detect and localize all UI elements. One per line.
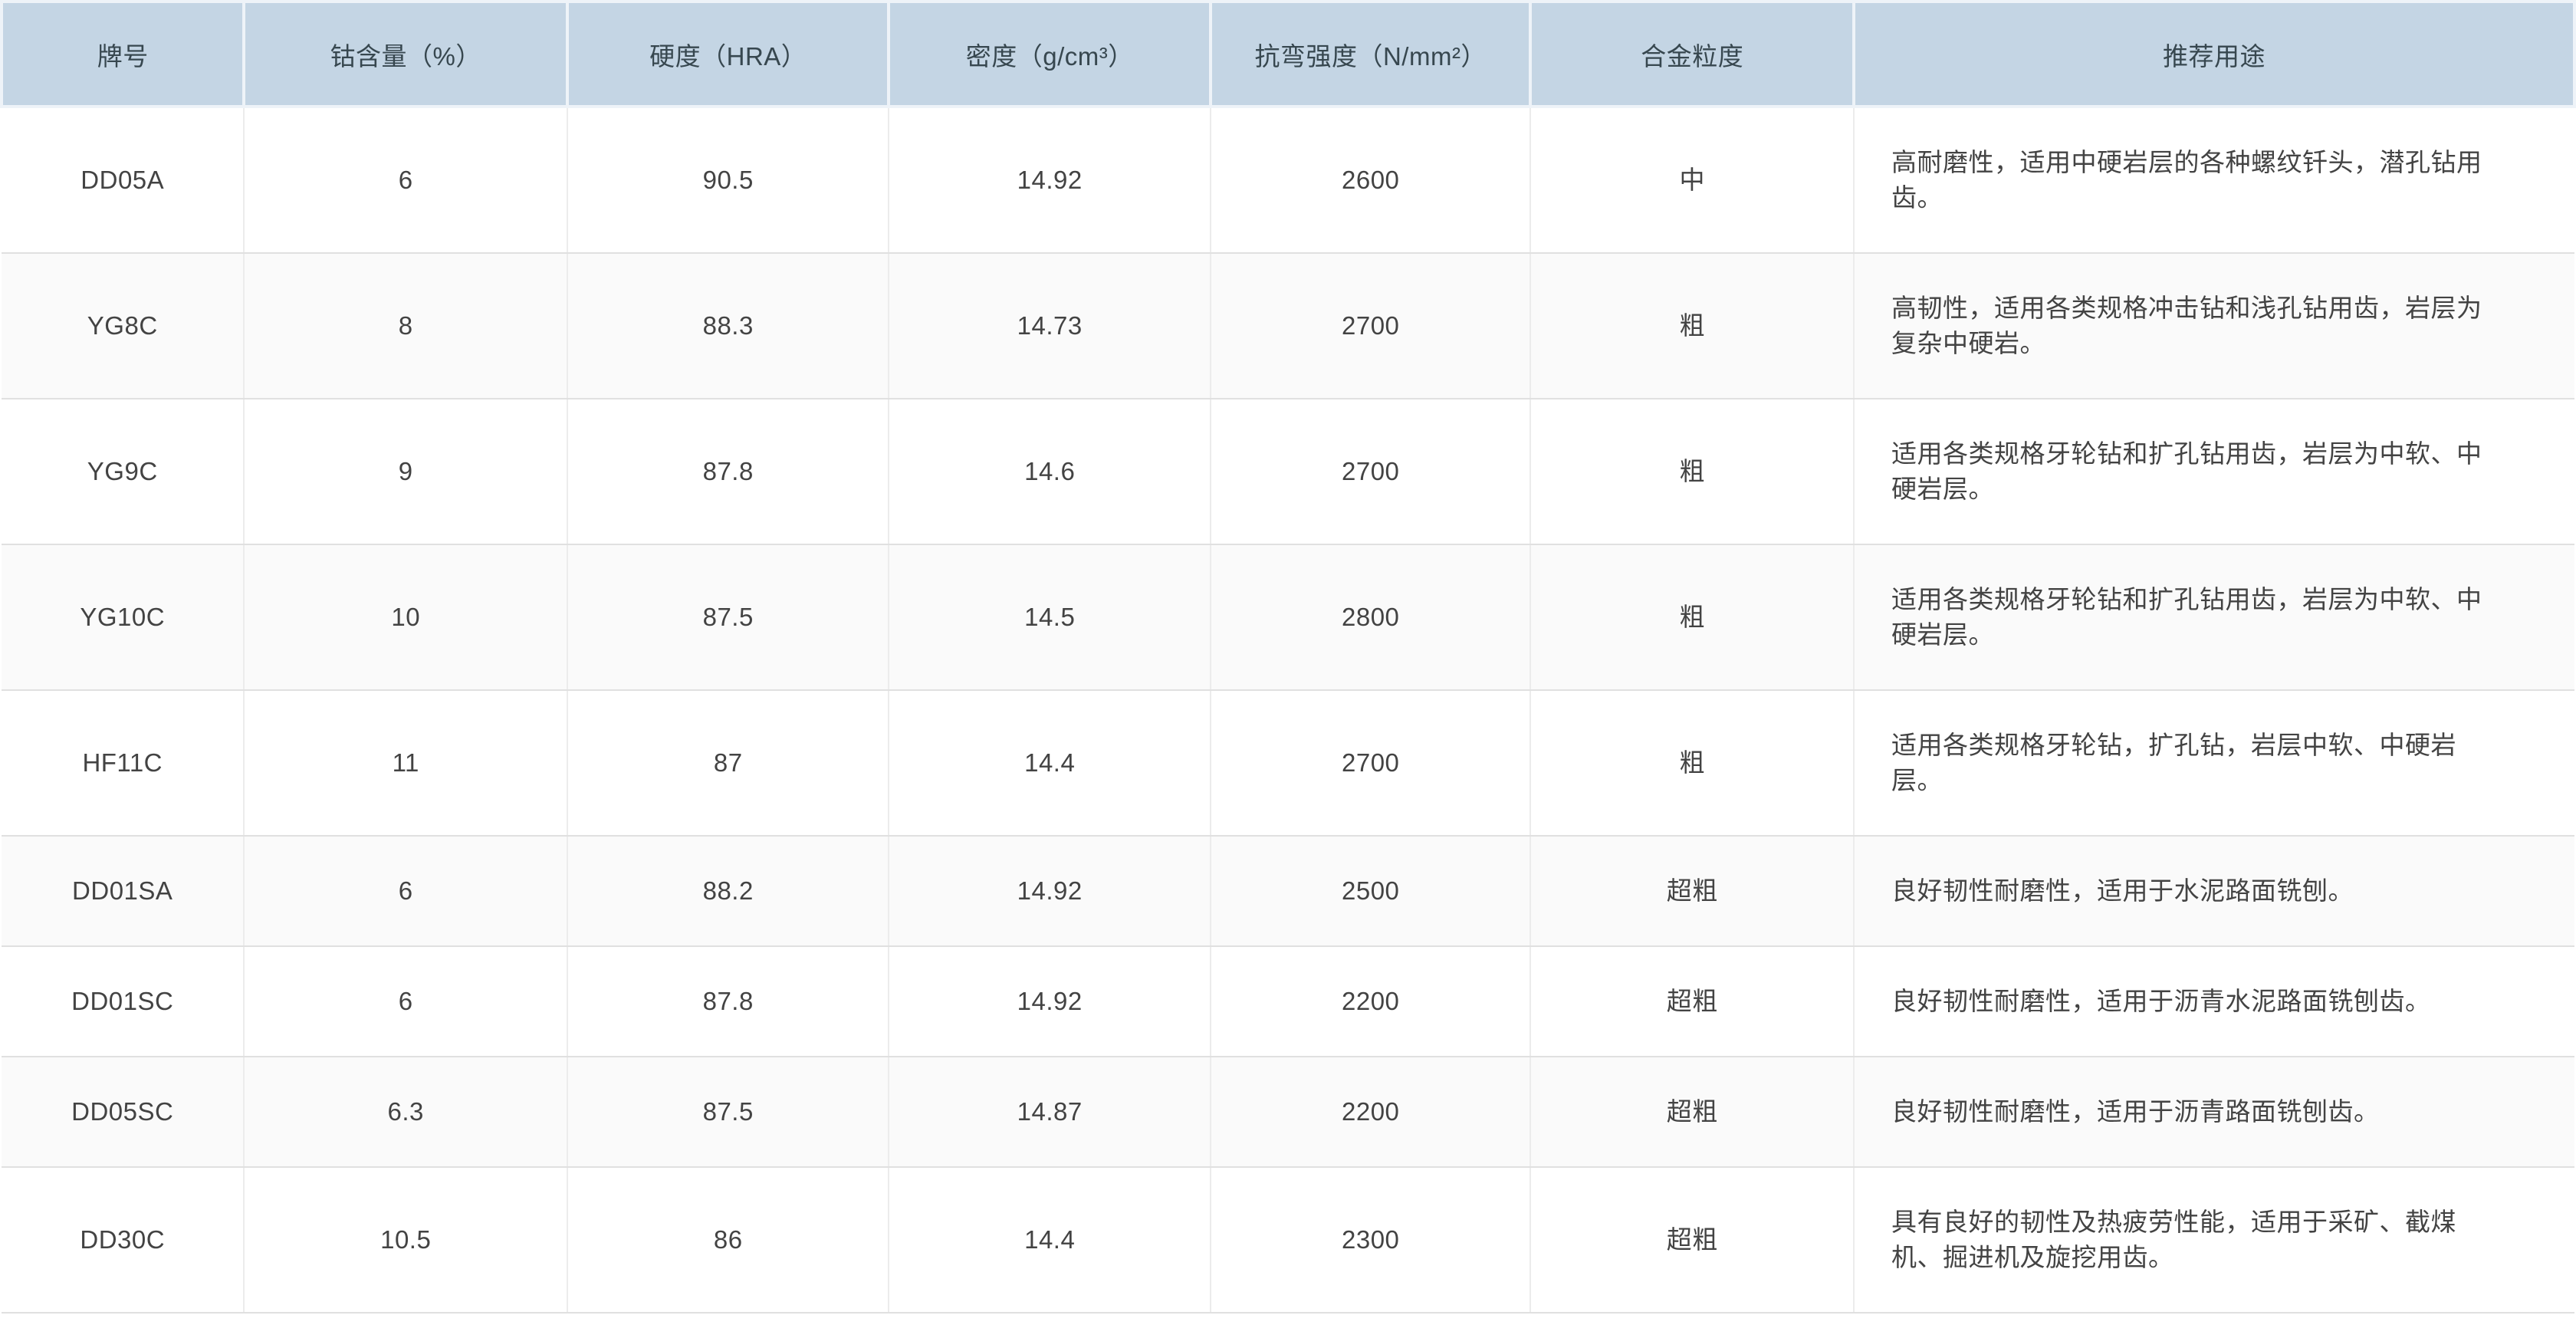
table-row: HF11C118714.42700粗适用各类规格牙轮钻，扩孔钻，岩层中软、中硬岩… — [2, 690, 2574, 836]
cell-cobalt: 10.5 — [244, 1167, 567, 1313]
cell-density: 14.92 — [889, 107, 1211, 253]
cell-strength: 2700 — [1211, 690, 1530, 836]
cell-density: 14.4 — [889, 1167, 1211, 1313]
cell-density: 14.73 — [889, 253, 1211, 399]
cell-density: 14.6 — [889, 399, 1211, 544]
table-row: DD30C10.58614.42300超粗具有良好的韧性及热疲劳性能，适用于采矿… — [2, 1167, 2574, 1313]
table-body: DD05A690.514.922600中高耐磨性，适用中硬岩层的各种螺纹钎头，潜… — [2, 107, 2574, 1313]
cell-grain: 粗 — [1530, 690, 1854, 836]
cell-cobalt: 6.3 — [244, 1057, 567, 1167]
cell-usage: 具有良好的韧性及热疲劳性能，适用于采矿、截煤机、掘进机及旋挖用齿。 — [1854, 1167, 2574, 1313]
cell-density: 14.5 — [889, 544, 1211, 690]
cell-density: 14.4 — [889, 690, 1211, 836]
cell-grade: YG10C — [2, 544, 244, 690]
alloy-grades-table: 牌号钴含量（%）硬度（HRA）密度（g/cm³）抗弯强度（N/mm²）合金粒度推… — [0, 0, 2576, 1313]
cell-density: 14.92 — [889, 946, 1211, 1057]
table-header: 牌号钴含量（%）硬度（HRA）密度（g/cm³）抗弯强度（N/mm²）合金粒度推… — [2, 2, 2574, 107]
column-header-usage: 推荐用途 — [1854, 2, 2574, 107]
table-row: DD01SC687.814.922200超粗良好韧性耐磨性，适用于沥青水泥路面铣… — [2, 946, 2574, 1057]
cell-strength: 2300 — [1211, 1167, 1530, 1313]
table-row: YG8C888.314.732700粗高韧性，适用各类规格冲击钻和浅孔钻用齿，岩… — [2, 253, 2574, 399]
cell-grain: 超粗 — [1530, 836, 1854, 946]
cell-usage: 适用各类规格牙轮钻和扩孔钻用齿，岩层为中软、中硬岩层。 — [1854, 544, 2574, 690]
table-row: DD05SC6.387.514.872200超粗良好韧性耐磨性，适用于沥青路面铣… — [2, 1057, 2574, 1167]
cell-strength: 2200 — [1211, 1057, 1530, 1167]
cell-hardness: 87 — [567, 690, 889, 836]
cell-strength: 2700 — [1211, 253, 1530, 399]
cell-usage: 良好韧性耐磨性，适用于水泥路面铣刨。 — [1854, 836, 2574, 946]
cell-hardness: 87.5 — [567, 544, 889, 690]
cell-cobalt: 10 — [244, 544, 567, 690]
cell-grain: 超粗 — [1530, 1057, 1854, 1167]
cell-cobalt: 9 — [244, 399, 567, 544]
cell-strength: 2500 — [1211, 836, 1530, 946]
cell-grain: 粗 — [1530, 399, 1854, 544]
cell-hardness: 86 — [567, 1167, 889, 1313]
cell-grain: 超粗 — [1530, 1167, 1854, 1313]
cell-grade: YG8C — [2, 253, 244, 399]
table-row: YG10C1087.514.52800粗适用各类规格牙轮钻和扩孔钻用齿，岩层为中… — [2, 544, 2574, 690]
cell-strength: 2600 — [1211, 107, 1530, 253]
cell-strength: 2700 — [1211, 399, 1530, 544]
cell-usage: 高耐磨性，适用中硬岩层的各种螺纹钎头，潜孔钻用齿。 — [1854, 107, 2574, 253]
cell-cobalt: 6 — [244, 836, 567, 946]
cell-hardness: 87.8 — [567, 946, 889, 1057]
cell-strength: 2800 — [1211, 544, 1530, 690]
cell-grain: 超粗 — [1530, 946, 1854, 1057]
cell-hardness: 88.2 — [567, 836, 889, 946]
cell-grain: 粗 — [1530, 544, 1854, 690]
cell-cobalt: 6 — [244, 946, 567, 1057]
cell-usage: 良好韧性耐磨性，适用于沥青水泥路面铣刨齿。 — [1854, 946, 2574, 1057]
column-header-density: 密度（g/cm³） — [889, 2, 1211, 107]
header-row: 牌号钴含量（%）硬度（HRA）密度（g/cm³）抗弯强度（N/mm²）合金粒度推… — [2, 2, 2574, 107]
cell-grade: DD01SC — [2, 946, 244, 1057]
cell-hardness: 87.5 — [567, 1057, 889, 1167]
cell-grain: 中 — [1530, 107, 1854, 253]
cell-cobalt: 6 — [244, 107, 567, 253]
cell-cobalt: 11 — [244, 690, 567, 836]
table-row: YG9C987.814.62700粗适用各类规格牙轮钻和扩孔钻用齿，岩层为中软、… — [2, 399, 2574, 544]
cell-grade: HF11C — [2, 690, 244, 836]
cell-usage: 高韧性，适用各类规格冲击钻和浅孔钻用齿，岩层为复杂中硬岩。 — [1854, 253, 2574, 399]
column-header-grain: 合金粒度 — [1530, 2, 1854, 107]
cell-hardness: 90.5 — [567, 107, 889, 253]
cell-cobalt: 8 — [244, 253, 567, 399]
cell-hardness: 88.3 — [567, 253, 889, 399]
cell-usage: 适用各类规格牙轮钻和扩孔钻用齿，岩层为中软、中硬岩层。 — [1854, 399, 2574, 544]
column-header-hardness: 硬度（HRA） — [567, 2, 889, 107]
column-header-grade: 牌号 — [2, 2, 244, 107]
cell-grade: DD30C — [2, 1167, 244, 1313]
cell-grade: DD01SA — [2, 836, 244, 946]
cell-usage: 良好韧性耐磨性，适用于沥青路面铣刨齿。 — [1854, 1057, 2574, 1167]
column-header-cobalt: 钴含量（%） — [244, 2, 567, 107]
cell-strength: 2200 — [1211, 946, 1530, 1057]
cell-grade: DD05SC — [2, 1057, 244, 1167]
cell-grade: YG9C — [2, 399, 244, 544]
column-header-strength: 抗弯强度（N/mm²） — [1211, 2, 1530, 107]
table-row: DD01SA688.214.922500超粗良好韧性耐磨性，适用于水泥路面铣刨。 — [2, 836, 2574, 946]
cell-density: 14.87 — [889, 1057, 1211, 1167]
cell-density: 14.92 — [889, 836, 1211, 946]
table-row: DD05A690.514.922600中高耐磨性，适用中硬岩层的各种螺纹钎头，潜… — [2, 107, 2574, 253]
cell-usage: 适用各类规格牙轮钻，扩孔钻，岩层中软、中硬岩层。 — [1854, 690, 2574, 836]
cell-grade: DD05A — [2, 107, 244, 253]
cell-grain: 粗 — [1530, 253, 1854, 399]
cell-hardness: 87.8 — [567, 399, 889, 544]
